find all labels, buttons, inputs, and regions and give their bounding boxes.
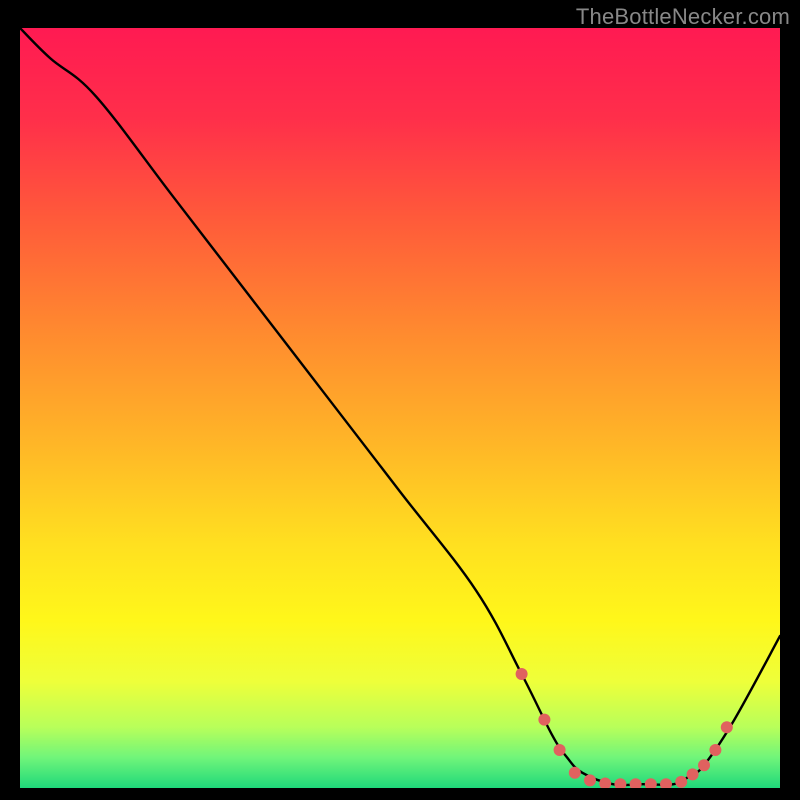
- data-marker: [698, 759, 710, 771]
- data-marker: [554, 744, 566, 756]
- data-marker: [709, 744, 721, 756]
- data-marker: [687, 768, 699, 780]
- data-marker: [569, 767, 581, 779]
- data-marker: [584, 774, 596, 786]
- chart-svg: [20, 28, 780, 788]
- data-marker: [675, 776, 687, 788]
- data-marker: [538, 714, 550, 726]
- data-marker: [721, 721, 733, 733]
- watermark-text: TheBottleNecker.com: [576, 4, 790, 30]
- gradient-background: [20, 28, 780, 788]
- chart-frame: TheBottleNecker.com: [0, 0, 800, 800]
- data-marker: [516, 668, 528, 680]
- plot-area: [20, 28, 780, 788]
